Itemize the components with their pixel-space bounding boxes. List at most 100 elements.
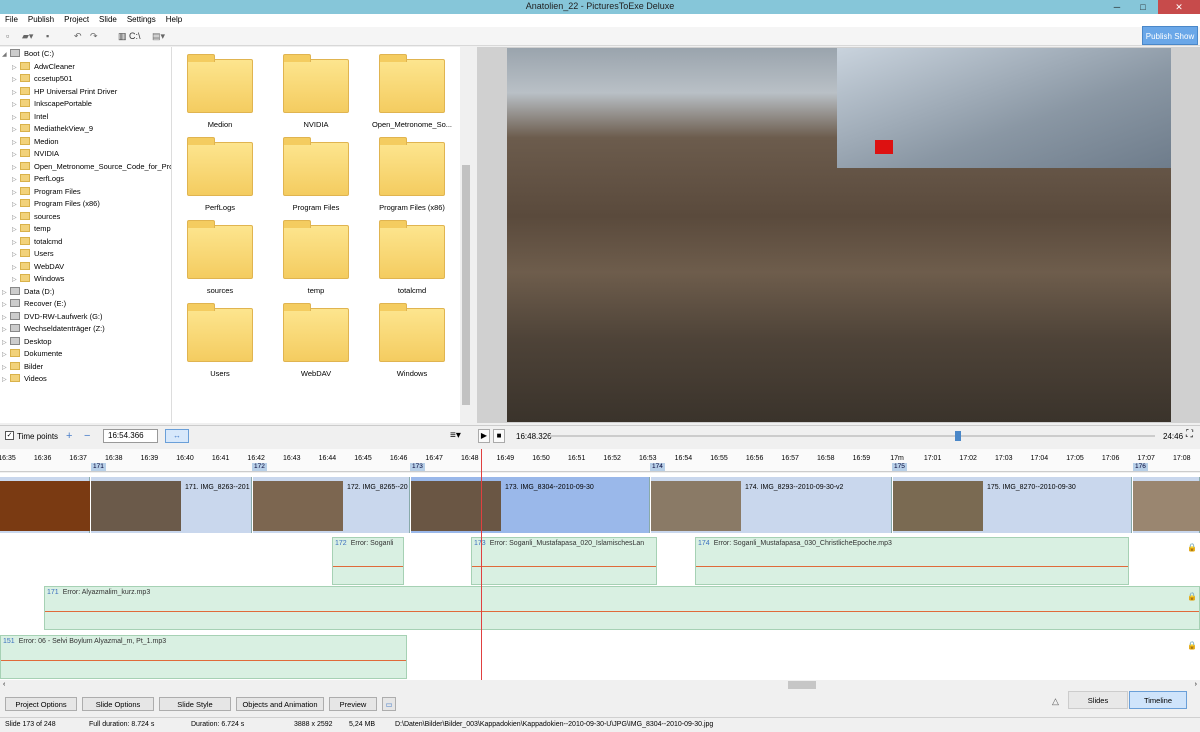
expand-icon[interactable]: ▷ bbox=[12, 249, 20, 261]
remove-icon[interactable]: − bbox=[84, 430, 90, 442]
time-points-checkbox[interactable]: ✓ bbox=[5, 431, 14, 440]
objects-animation-button[interactable]: Objects and Animation bbox=[236, 697, 324, 711]
slide-block[interactable]: 175. IMG_8270--2010-09-30 bbox=[893, 477, 1132, 533]
audio-clip[interactable]: 174 Error: Soganli_Mustafapasa_030_Christ… bbox=[695, 537, 1129, 585]
volume-line[interactable] bbox=[472, 566, 656, 567]
save-icon[interactable]: ▪ bbox=[46, 30, 49, 43]
tree-item[interactable]: ▷ Medion bbox=[12, 136, 59, 148]
expand-icon[interactable]: ▷ bbox=[12, 199, 20, 211]
tree-item[interactable]: ▷ AdwCleaner bbox=[12, 61, 75, 73]
playhead[interactable] bbox=[481, 449, 482, 680]
project-options-button[interactable]: Project Options bbox=[5, 697, 77, 711]
scroll-right-icon[interactable]: › bbox=[1195, 681, 1197, 688]
expand-icon[interactable]: ▷ bbox=[12, 74, 20, 86]
tree-item[interactable]: ▷ Desktop bbox=[2, 336, 52, 348]
expand-icon[interactable]: ▷ bbox=[12, 87, 20, 99]
expand-icon[interactable]: ▷ bbox=[12, 62, 20, 74]
expand-icon[interactable]: ▷ bbox=[12, 112, 20, 124]
tree-item[interactable]: ▷ sources bbox=[12, 211, 60, 223]
tree-item[interactable]: ▷ Open_Metronome_Source_Code_for_Prog bbox=[12, 161, 171, 174]
play-icon[interactable]: ▶ bbox=[478, 429, 490, 443]
file-item[interactable]: Program Files bbox=[269, 130, 359, 212]
expand-icon[interactable]: ▷ bbox=[2, 349, 10, 361]
file-item[interactable]: PerfLogs bbox=[173, 130, 263, 212]
menu-publish[interactable]: Publish bbox=[23, 14, 59, 27]
minimize-icon[interactable]: ─ bbox=[1104, 0, 1130, 14]
add-icon[interactable]: + bbox=[66, 430, 72, 442]
tree-item[interactable]: ▷ HP Universal Print Driver bbox=[12, 86, 117, 98]
audio-clip[interactable]: 151 Error: 06 - Selvi Boylum Alyazmal_m, … bbox=[0, 635, 407, 679]
tree-item[interactable]: ▷ Recover (E:) bbox=[2, 298, 66, 310]
menu-file[interactable]: File bbox=[0, 14, 23, 27]
tree-item[interactable]: ▷ MediathekView_9 bbox=[12, 123, 93, 135]
fullscreen-icon[interactable]: ⛶ bbox=[1186, 429, 1193, 441]
expand-icon[interactable]: ▷ bbox=[2, 287, 10, 299]
tree-item[interactable]: ▷ ccsetup501 bbox=[12, 73, 72, 85]
tree-item[interactable]: ▷ Wechseldatenträger (Z:) bbox=[2, 323, 105, 335]
file-item[interactable]: Users bbox=[173, 296, 263, 378]
open-folder-icon[interactable]: ▰▾ bbox=[22, 30, 33, 43]
audio-clip[interactable]: 172 Error: Soganli bbox=[332, 537, 404, 585]
file-item[interactable]: WebDAV bbox=[269, 296, 359, 378]
tree-item[interactable]: ▷ DVD-RW-Laufwerk (G:) bbox=[2, 311, 102, 323]
tree-item[interactable]: ▷ WebDAV bbox=[12, 261, 64, 273]
file-item[interactable]: NVIDIA bbox=[269, 47, 359, 129]
tree-item[interactable]: ▷ Windows bbox=[12, 273, 64, 285]
audio-clip[interactable]: 171 Error: Alyazmalim_kurz.mp3 bbox=[44, 586, 1200, 630]
tree-item[interactable]: ▷ totalcmd bbox=[12, 236, 62, 248]
expand-icon[interactable]: ▷ bbox=[12, 262, 20, 274]
tree-item[interactable]: ◢ Boot (C:) bbox=[2, 48, 54, 60]
view-icon[interactable]: ▤▾ bbox=[152, 30, 165, 43]
tree-item[interactable]: ▷ PerfLogs bbox=[12, 173, 64, 185]
tree-item[interactable]: ▷ Data (D:) bbox=[2, 286, 54, 298]
slide-block[interactable] bbox=[0, 477, 90, 533]
lock-icon[interactable]: 🔒 bbox=[1187, 592, 1197, 601]
drive-icon[interactable]: ▥ C:\ bbox=[118, 30, 141, 43]
fit-icon[interactable]: ↔ bbox=[165, 429, 189, 443]
publish-show-button[interactable]: Publish Show bbox=[1142, 26, 1198, 45]
scroll-left-icon[interactable]: ‹ bbox=[3, 681, 5, 688]
slide-marker[interactable]: 173 bbox=[410, 463, 425, 471]
expand-icon[interactable]: ▷ bbox=[12, 149, 20, 161]
expand-icon[interactable]: ▷ bbox=[2, 337, 10, 349]
screen-icon[interactable]: ▭ bbox=[382, 697, 396, 711]
expand-icon[interactable]: ▷ bbox=[12, 174, 20, 186]
expand-icon[interactable]: ▷ bbox=[12, 187, 20, 199]
expand-icon[interactable]: ◢ bbox=[2, 49, 10, 61]
lock-icon[interactable]: 🔒 bbox=[1187, 543, 1197, 552]
tree-item[interactable]: ▷ Users bbox=[12, 248, 54, 260]
tree-item[interactable]: ▷ Program Files (x86) bbox=[12, 198, 100, 210]
expand-icon[interactable]: ▷ bbox=[12, 162, 20, 174]
file-scroll-thumb[interactable] bbox=[462, 165, 470, 405]
close-icon[interactable]: ✕ bbox=[1158, 0, 1200, 14]
slide-block[interactable]: 174. IMG_8293--2010-09-30-v2 bbox=[651, 477, 892, 533]
expand-icon[interactable]: ▷ bbox=[12, 137, 20, 149]
slide-options-button[interactable]: Slide Options bbox=[82, 697, 154, 711]
slide-block[interactable] bbox=[1133, 477, 1200, 533]
volume-line[interactable] bbox=[333, 566, 403, 567]
expand-icon[interactable]: ▷ bbox=[12, 274, 20, 286]
tree-item[interactable]: ▷ NVIDIA bbox=[12, 148, 59, 160]
menu-icon[interactable]: ≡▾ bbox=[450, 430, 461, 442]
file-item[interactable]: Open_Metronome_So... bbox=[365, 47, 455, 129]
file-item[interactable]: totalcmd bbox=[365, 213, 455, 295]
expand-icon[interactable]: ▷ bbox=[2, 299, 10, 311]
tree-item[interactable]: ▷ Dokumente bbox=[2, 348, 62, 360]
slide-style-button[interactable]: Slide Style bbox=[159, 697, 231, 711]
file-item[interactable]: sources bbox=[173, 213, 263, 295]
expand-icon[interactable]: ▷ bbox=[12, 124, 20, 136]
expand-icon[interactable]: ▷ bbox=[2, 324, 10, 336]
file-item[interactable]: temp bbox=[269, 213, 359, 295]
lock-icon[interactable]: 🔒 bbox=[1187, 641, 1197, 650]
expand-icon[interactable]: ▷ bbox=[12, 99, 20, 111]
menu-project[interactable]: Project bbox=[59, 14, 94, 27]
slide-marker[interactable]: 174 bbox=[650, 463, 665, 471]
new-file-icon[interactable]: ▫ bbox=[6, 30, 9, 43]
maximize-icon[interactable]: □ bbox=[1130, 0, 1156, 14]
progress-thumb[interactable] bbox=[955, 431, 961, 441]
tree-item[interactable]: ▷ Bilder bbox=[2, 361, 43, 373]
progress-track[interactable] bbox=[550, 435, 1155, 437]
volume-line[interactable] bbox=[696, 566, 1128, 567]
timeline-ruler[interactable]: 16:35 16:36 16:37 16:38 16:39 16:40 16:41 16:42… bbox=[0, 449, 1200, 472]
file-item[interactable]: Program Files (x86) bbox=[365, 130, 455, 212]
